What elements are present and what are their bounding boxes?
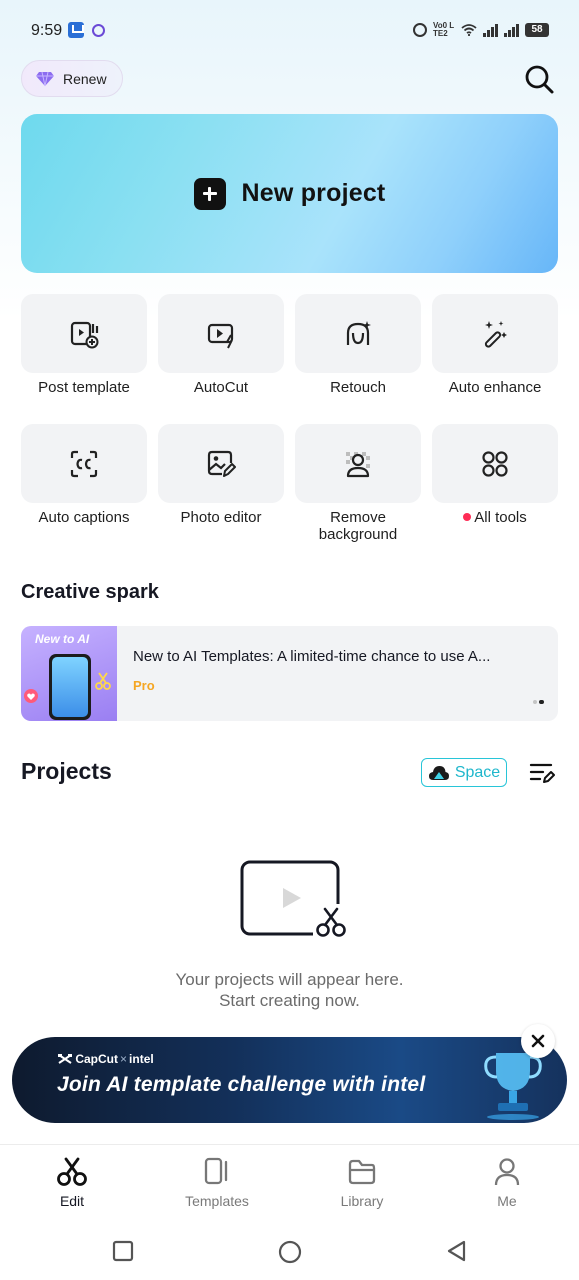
tool-label: Remove background [318, 509, 398, 543]
remove-bg-icon [346, 451, 370, 477]
scissors-icon [95, 672, 111, 690]
photo-edit-icon [207, 450, 236, 477]
space-label: Space [454, 763, 501, 781]
new-project-label: New project [241, 179, 386, 207]
status-time: 9:59 [31, 22, 63, 39]
spark-thumbnail: New to AI [21, 626, 117, 721]
creative-spark-card[interactable]: New to AI New to AI Templates: A limited… [21, 626, 558, 721]
app-notification-icon [68, 22, 84, 38]
nav-me[interactable]: Me [457, 1157, 557, 1209]
alarm-icon [413, 23, 427, 37]
home-button[interactable] [278, 1240, 302, 1264]
status-bar: 9:59 Vo0 LTE2 58 [0, 0, 579, 62]
bottom-navigation: Edit Templates Library Me [0, 1144, 579, 1214]
magic-wand-icon [484, 320, 507, 348]
nav-library[interactable]: Library [312, 1157, 412, 1209]
nav-edit[interactable]: Edit [22, 1157, 122, 1209]
cloud-space-icon [428, 765, 449, 780]
back-button[interactable] [446, 1240, 468, 1262]
new-badge-dot [463, 513, 472, 521]
tool-remove-background[interactable]: Remove background [295, 424, 421, 543]
capcut-logo-icon [58, 1054, 72, 1064]
tool-label: Retouch [330, 379, 386, 396]
promo-banner[interactable]: CapCut × intel Join AI template challenge … [12, 1037, 567, 1123]
tool-autocut[interactable]: AutoCut [158, 294, 284, 396]
volte-indicator: Vo0 LTE2 [433, 21, 455, 38]
renew-label: Renew [63, 70, 107, 87]
pro-badge: Pro [133, 678, 155, 693]
renew-button[interactable]: Renew [21, 60, 123, 97]
empty-state-line-1: Your projects will appear here. [175, 970, 404, 989]
nav-label: Templates [185, 1193, 249, 1209]
close-icon [531, 1034, 545, 1048]
sync-notification-icon [92, 23, 105, 37]
nav-label: Library [340, 1193, 384, 1209]
plus-icon [193, 177, 226, 210]
carousel-indicator [533, 700, 544, 704]
tool-photo-editor[interactable]: Photo editor [158, 424, 284, 526]
retouch-icon [346, 320, 371, 345]
banner-title: Join AI template challenge with intel [57, 1073, 426, 1096]
search-icon[interactable] [522, 62, 556, 96]
tool-auto-captions[interactable]: Auto captions [21, 424, 147, 526]
projects-title: Projects [21, 758, 112, 784]
tool-auto-enhance[interactable]: Auto enhance [432, 294, 558, 396]
tool-label: Auto enhance [448, 379, 542, 396]
grid-icon [482, 450, 508, 477]
nav-label: Me [497, 1193, 517, 1209]
tool-label: Photo editor [180, 509, 262, 526]
signal-icon-2 [504, 23, 519, 37]
post-template-icon [70, 321, 99, 348]
tool-label: AutoCut [193, 379, 249, 396]
nav-label: Edit [59, 1193, 85, 1209]
diamond-icon [36, 71, 54, 86]
folder-icon [348, 1159, 376, 1185]
nav-templates[interactable]: Templates [167, 1157, 267, 1209]
creative-spark-title: Creative spark [21, 581, 159, 603]
tool-post-template[interactable]: Post template [21, 294, 147, 396]
wifi-icon [461, 24, 477, 36]
new-project-button[interactable]: New project [21, 114, 558, 273]
recent-apps-button[interactable] [112, 1240, 134, 1262]
battery-icon: 58 [525, 23, 549, 37]
system-navigation-bar [0, 1214, 579, 1280]
templates-icon [204, 1157, 228, 1185]
signal-icon-1 [483, 23, 498, 37]
manage-projects-icon[interactable] [529, 760, 555, 786]
scissors-icon [57, 1157, 87, 1186]
tool-label: Auto captions [38, 509, 130, 526]
heart-icon [24, 689, 38, 703]
captions-icon [70, 450, 98, 477]
banner-brand: CapCut × intel [58, 1052, 154, 1066]
trophy-icon [484, 1053, 542, 1120]
tool-label: Post template [38, 379, 130, 396]
tool-label: All tools [474, 509, 527, 526]
spark-thumbnail-title: New to AI [35, 632, 90, 646]
profile-icon [494, 1158, 520, 1186]
autocut-icon [207, 323, 234, 348]
empty-state-line-2: Start creating now. [219, 991, 360, 1010]
space-button[interactable]: Space [421, 758, 507, 787]
close-banner-button[interactable] [521, 1024, 555, 1058]
spark-card-text: New to AI Templates: A limited-time chan… [133, 648, 491, 665]
empty-projects-illustration [240, 860, 347, 938]
phone-illustration [49, 654, 91, 720]
tool-retouch[interactable]: Retouch [295, 294, 421, 396]
tool-all-tools[interactable]: All tools [432, 424, 558, 526]
